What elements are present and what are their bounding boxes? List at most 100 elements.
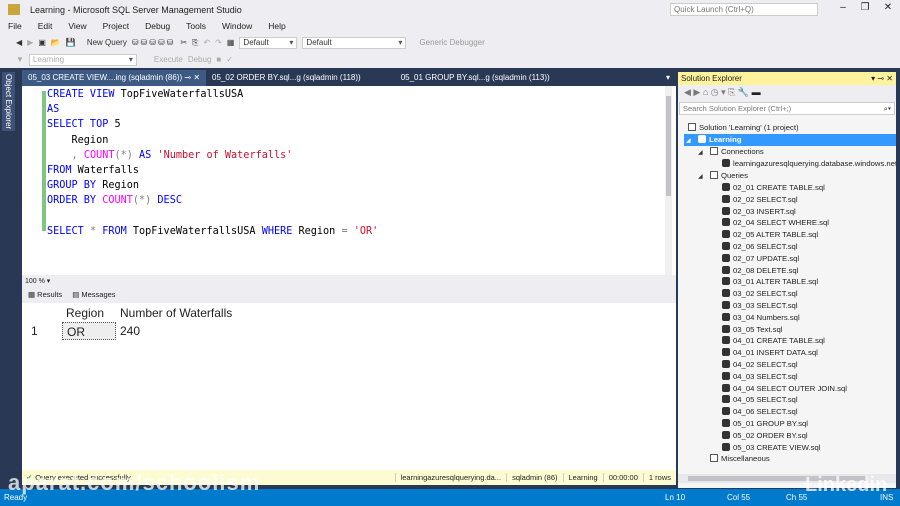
column-header-region[interactable]: Region <box>66 306 104 320</box>
solution-search-input[interactable]: Search Solution Explorer (Ctrl+;) ⌕▾ <box>679 102 895 115</box>
pin-icon[interactable]: ⊸ <box>184 73 191 82</box>
cut-icon[interactable]: ✂ <box>180 38 187 47</box>
tab-dropdown-icon[interactable]: ▾ <box>660 70 676 86</box>
debugger-button[interactable]: Generic Debugger <box>419 38 484 47</box>
tree-file[interactable]: 05_01 GROUP BY.sql <box>722 418 808 430</box>
menu-project[interactable]: Project <box>95 19 137 34</box>
tree-file[interactable]: 05_03 CREATE VIEW.sql <box>722 442 820 454</box>
code-line[interactable]: , COUNT(*) AS 'Number of Waterfalls' <box>47 148 378 163</box>
menu-debug[interactable]: Debug <box>137 19 178 34</box>
results-grid[interactable]: Region Number of Waterfalls 1 OR 240 <box>22 303 676 470</box>
tree-queries[interactable]: Queries <box>710 170 748 182</box>
redo-icon[interactable]: ↷ <box>215 38 222 47</box>
menu-window[interactable]: Window <box>214 19 260 34</box>
stop-icon[interactable]: ■ <box>216 55 221 64</box>
menu-help[interactable]: Help <box>260 19 293 34</box>
panel-controls-icon[interactable]: ▾ ⊸ ✕ <box>871 74 893 83</box>
code-line[interactable]: ORDER BY COUNT(*) DESC <box>47 193 378 208</box>
forward-icon[interactable]: ▶ <box>27 38 33 47</box>
tree-file[interactable]: 02_08 DELETE.sql <box>722 265 798 277</box>
menu-file[interactable]: File <box>0 19 30 34</box>
zoom-select[interactable]: 100 % ▾ <box>22 275 676 287</box>
tree-label: Connections <box>721 147 764 156</box>
tree-solution[interactable]: Solution 'Learning' (1 project) <box>688 122 799 134</box>
tree-connections[interactable]: Connections <box>710 146 764 158</box>
expand-arrow-icon[interactable]: ◢ <box>698 173 703 180</box>
tree-file[interactable]: 03_01 ALTER TABLE.sql <box>722 276 818 288</box>
expand-arrow-icon[interactable]: ◢ <box>698 149 703 156</box>
editor-scrollbar[interactable] <box>665 86 672 275</box>
minimize-button[interactable]: – <box>833 2 853 13</box>
platform-select[interactable]: Default <box>302 36 407 49</box>
close-tab-icon[interactable]: ✕ <box>193 73 200 82</box>
tree-file[interactable]: 02_02 SELECT.sql <box>722 194 798 206</box>
code-line[interactable]: FROM Waterfalls <box>47 163 378 178</box>
tree-miscellaneous[interactable]: Miscellaneous <box>710 453 770 462</box>
code-line[interactable]: CREATE VIEW TopFiveWaterfallsUSA <box>47 87 378 102</box>
menu-view[interactable]: View <box>60 19 94 34</box>
tree-file[interactable]: 02_01 CREATE TABLE.sql <box>722 182 825 194</box>
tree-file[interactable]: 02_05 ALTER TABLE.sql <box>722 229 818 241</box>
tab-messages[interactable]: ▤ Messages <box>72 290 115 300</box>
code-line[interactable]: SELECT * FROM TopFiveWaterfallsUSA WHERE… <box>47 224 378 239</box>
undo-icon[interactable]: ↶ <box>203 38 210 47</box>
code-line[interactable]: SELECT TOP 5 <box>47 117 378 132</box>
close-button[interactable]: ✕ <box>878 2 898 13</box>
tree-file[interactable]: 04_04 SELECT OUTER JOIN.sql <box>722 383 847 395</box>
code-line[interactable]: AS <box>47 102 378 117</box>
maximize-button[interactable]: ❐ <box>855 2 875 13</box>
tree-connection[interactable]: learningazuresqlquerying.database.window… <box>722 158 896 170</box>
tree-file[interactable]: 03_05 Text.sql <box>722 324 782 336</box>
tree-file[interactable]: 05_02 ORDER BY.sql <box>722 430 808 442</box>
sql-file-icon <box>722 253 730 262</box>
tree-file[interactable]: 02_04 SELECT WHERE.sql <box>722 217 829 229</box>
tree-file[interactable]: 04_03 SELECT.sql <box>722 371 798 383</box>
save-icon[interactable]: 💾 <box>66 38 76 47</box>
tab-create-view[interactable]: 05_03 CREATE VIEW....ing (sqladmin (86))… <box>22 70 207 86</box>
cell-region[interactable]: OR <box>62 322 116 340</box>
sql-code[interactable]: CREATE VIEW TopFiveWaterfallsUSA AS SELECT… <box>47 87 378 239</box>
tree-file[interactable]: 04_01 CREATE TABLE.sql <box>722 335 825 347</box>
filter-icon[interactable]: ▼ <box>16 55 24 64</box>
home-icon[interactable]: ◀ ▶ ⌂ ◷ ▾ ⎘ <box>684 87 735 97</box>
code-line[interactable]: GROUP BY Region <box>47 178 378 193</box>
parse-icon[interactable]: ✓ <box>226 55 233 64</box>
query-icons[interactable]: ⛁⛁⛁⛁⛁ <box>132 38 176 47</box>
code-line[interactable] <box>47 209 378 224</box>
query-editor[interactable]: CREATE VIEW TopFiveWaterfallsUSA AS SELECT… <box>22 86 676 275</box>
tree-file[interactable]: 02_03 INSERT.sql <box>722 206 796 218</box>
tree-file[interactable]: 03_04 Numbers.sql <box>722 312 800 324</box>
cell-count[interactable]: 240 <box>120 324 140 338</box>
new-query-button[interactable]: New Query <box>87 38 127 47</box>
expand-arrow-icon[interactable]: ◢ <box>686 137 691 144</box>
new-project-icon[interactable]: ▣ <box>38 38 46 47</box>
tab-order-by[interactable]: 05_02 ORDER BY.sql...g (sqladmin (118)) <box>206 70 367 86</box>
execute-button[interactable]: Execute <box>154 55 183 64</box>
tree-file[interactable]: 02_07 UPDATE.sql <box>722 253 799 265</box>
tree-file[interactable]: 03_03 SELECT.sql <box>722 300 798 312</box>
tree-file[interactable]: 02_06 SELECT.sql <box>722 241 798 253</box>
row-number[interactable]: 1 <box>31 324 38 338</box>
code-line[interactable]: Region <box>47 133 378 148</box>
tree-file[interactable]: 04_05 SELECT.sql <box>722 394 798 406</box>
activity-icon[interactable]: ▦ <box>227 38 235 47</box>
menu-tools[interactable]: Tools <box>178 19 214 34</box>
quick-launch-input[interactable]: Quick Launch (Ctrl+Q) <box>670 3 818 16</box>
tree-file[interactable]: 04_02 SELECT.sql <box>722 359 798 371</box>
back-icon[interactable]: ◀ <box>16 38 22 47</box>
open-icon[interactable]: 📂 <box>51 38 61 47</box>
database-select[interactable]: Learning <box>28 53 137 66</box>
object-explorer-tab[interactable]: Object Explorer <box>2 70 19 490</box>
column-header-count[interactable]: Number of Waterfalls <box>120 306 232 320</box>
tab-results[interactable]: ▦ Results <box>28 290 62 300</box>
debug-button[interactable]: Debug <box>188 55 212 64</box>
tree-file[interactable]: 03_02 SELECT.sql <box>722 288 798 300</box>
tree-project-learning[interactable]: Learning <box>684 134 896 146</box>
tab-group-by[interactable]: 05_01 GROUP BY.sql...g (sqladmin (113)) <box>395 70 556 86</box>
copy-icon[interactable]: ⎘ <box>192 38 198 48</box>
tree-file[interactable]: 04_01 INSERT DATA.sql <box>722 347 818 359</box>
menu-edit[interactable]: Edit <box>30 19 61 34</box>
tree-file[interactable]: 04_06 SELECT.sql <box>722 406 798 418</box>
solution-config-select[interactable]: Default <box>239 36 298 49</box>
properties-icon[interactable]: 🔧 ▬ <box>738 87 761 97</box>
